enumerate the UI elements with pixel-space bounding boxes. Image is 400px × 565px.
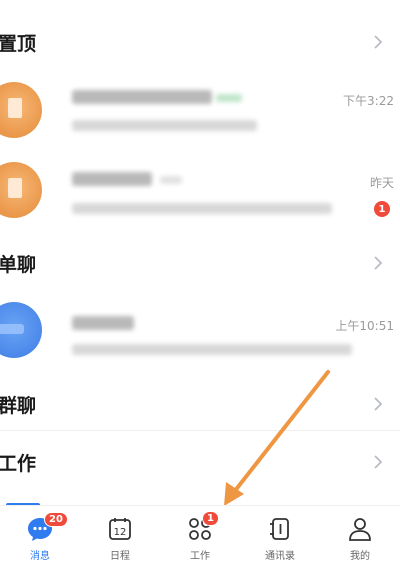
calendar-day: 12 — [114, 527, 127, 538]
chevron-right-icon — [370, 255, 386, 271]
chat-preview-redacted — [72, 203, 332, 214]
person-icon — [345, 514, 375, 544]
tab-messages[interactable]: 消息 20 — [0, 506, 80, 565]
tab-contacts[interactable]: 通讯录 — [240, 506, 320, 565]
chat-tag-redacted — [160, 176, 182, 184]
calendar-icon: 12 — [105, 514, 135, 544]
tab-label: 我的 — [350, 551, 370, 562]
section-header-work[interactable]: 工作 — [0, 440, 400, 484]
section-header-group[interactable]: 群聊 — [0, 382, 400, 426]
chat-name-redacted — [72, 172, 152, 186]
chevron-right-icon — [370, 454, 386, 470]
avatar — [0, 162, 42, 218]
chat-tag-redacted — [216, 94, 242, 102]
section-title-pinned: 置顶 — [0, 32, 37, 55]
chat-time: 上午10:51 — [335, 319, 394, 333]
tab-label: 工作 — [190, 551, 210, 562]
chat-time: 下午3:22 — [343, 94, 394, 108]
chevron-right-icon — [370, 34, 386, 50]
chat-name-redacted — [72, 316, 134, 330]
section-title-single: 单聊 — [0, 253, 37, 276]
chat-item-single-1[interactable]: 上午10:51 — [0, 292, 400, 370]
chat-item-pinned-2[interactable]: 昨天 1 — [0, 148, 400, 226]
chat-preview-redacted — [72, 344, 352, 355]
unread-badge: 1 — [374, 201, 390, 217]
tab-badge: 20 — [44, 512, 68, 527]
tab-label: 消息 — [30, 551, 50, 562]
divider — [0, 430, 400, 431]
chat-name-redacted — [72, 90, 212, 104]
tab-schedule[interactable]: 12 日程 — [80, 506, 160, 565]
chat-preview-redacted — [72, 120, 257, 131]
tab-work[interactable]: 工作 1 — [160, 506, 240, 565]
contacts-book-icon — [265, 514, 295, 544]
chat-time: 昨天 — [369, 176, 394, 190]
section-title-group: 群聊 — [0, 394, 37, 417]
bottom-tab-bar: 消息 20 12 日程 工作 1 通讯录 我的 — [0, 505, 400, 565]
tab-mine[interactable]: 我的 — [320, 506, 400, 565]
chevron-right-icon — [370, 396, 386, 412]
avatar — [0, 82, 42, 138]
tab-badge: 1 — [202, 511, 219, 526]
tab-label: 日程 — [110, 551, 130, 562]
tab-label: 通讯录 — [265, 551, 295, 562]
section-header-single[interactable]: 单聊 — [0, 241, 400, 285]
section-title-work: 工作 — [0, 452, 37, 475]
section-header-pinned[interactable]: 置顶 — [0, 20, 400, 64]
avatar — [0, 302, 42, 358]
chat-item-pinned-1[interactable]: 下午3:22 — [0, 70, 400, 148]
